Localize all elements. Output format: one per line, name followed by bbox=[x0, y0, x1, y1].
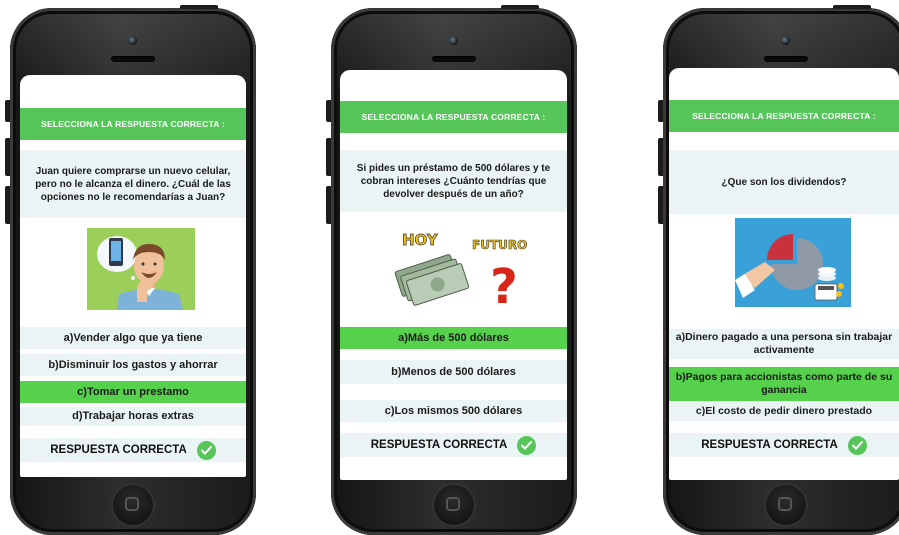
volume-button bbox=[658, 186, 663, 224]
hoy-label: HOY bbox=[402, 231, 439, 249]
answer-option-selected[interactable]: c)Tomar un prestamo bbox=[20, 381, 246, 403]
speaker-grille bbox=[764, 56, 808, 62]
answer-option[interactable]: c)El costo de pedir dinero prestado bbox=[669, 401, 899, 421]
pie-chart-coins-illustration bbox=[735, 218, 851, 307]
home-button[interactable] bbox=[432, 483, 476, 527]
correct-answer-label: RESPUESTA CORRECTA bbox=[370, 439, 508, 451]
check-circle-icon bbox=[196, 440, 216, 460]
phone-frame-1: SELECCIONA LA RESPUESTA CORRECTA : Juan … bbox=[5, 5, 256, 535]
speaker-grille bbox=[432, 56, 476, 62]
answer-option[interactable]: a)Vender algo que ya tiene bbox=[20, 327, 246, 349]
check-circle-icon bbox=[847, 435, 867, 455]
instruction-header: SELECCIONA LA RESPUESTA CORRECTA : bbox=[669, 100, 899, 132]
answer-option-selected[interactable]: b)Pagos para accionistas como parte de s… bbox=[669, 367, 899, 401]
man-thinking-about-phone-illustration bbox=[87, 228, 195, 310]
phone-screen-1: SELECCIONA LA RESPUESTA CORRECTA : Juan … bbox=[20, 75, 246, 477]
front-camera-icon bbox=[128, 36, 137, 45]
answer-option-selected[interactable]: a)Más de 500 dólares bbox=[340, 327, 567, 349]
check-circle-icon bbox=[517, 435, 537, 455]
volume-button bbox=[326, 186, 331, 224]
correct-answer-label: RESPUESTA CORRECTA bbox=[50, 444, 187, 456]
answer-option[interactable]: a)Dinero pagado a una persona sin trabaj… bbox=[669, 329, 899, 359]
money-stack-question-illustration: HOY FUTURO ? bbox=[380, 223, 538, 312]
question-text: ¿Que son los dividendos? bbox=[669, 150, 899, 214]
correct-answer-bar: RESPUESTA CORRECTA bbox=[340, 433, 567, 457]
home-button[interactable] bbox=[764, 483, 808, 527]
front-camera-icon bbox=[781, 36, 790, 45]
question-text: Si pides un préstamo de 500 dólares y te… bbox=[340, 150, 567, 212]
volume-button bbox=[5, 138, 10, 176]
power-button bbox=[833, 5, 871, 9]
correct-answer-bar: RESPUESTA CORRECTA bbox=[20, 438, 246, 462]
correct-answer-label: RESPUESTA CORRECTA bbox=[701, 439, 838, 451]
answer-option[interactable]: c)Los mismos 500 dólares bbox=[340, 400, 567, 422]
home-button[interactable] bbox=[111, 483, 155, 527]
volume-button bbox=[5, 100, 10, 122]
power-button bbox=[501, 5, 539, 9]
phone-frame-2: SELECCIONA LA RESPUESTA CORRECTA : Si pi… bbox=[326, 5, 577, 535]
volume-button bbox=[658, 100, 663, 122]
answer-option[interactable]: d)Trabajar horas extras bbox=[20, 407, 246, 426]
volume-button bbox=[5, 186, 10, 224]
front-camera-icon bbox=[449, 36, 458, 45]
power-button bbox=[180, 5, 218, 9]
speaker-grille bbox=[111, 56, 155, 62]
instruction-header: SELECCIONA LA RESPUESTA CORRECTA : bbox=[340, 101, 567, 133]
volume-button bbox=[326, 138, 331, 176]
svg-text:?: ? bbox=[490, 259, 518, 312]
correct-answer-bar: RESPUESTA CORRECTA bbox=[669, 433, 899, 457]
instruction-header: SELECCIONA LA RESPUESTA CORRECTA : bbox=[20, 108, 246, 140]
question-text: Juan quiere comprarse un nuevo celular, … bbox=[20, 150, 246, 218]
phone-frame-3: SELECCIONA LA RESPUESTA CORRECTA : ¿Que … bbox=[658, 5, 899, 535]
answer-option[interactable]: b)Disminuir los gastos y ahorrar bbox=[20, 354, 246, 376]
volume-button bbox=[658, 138, 663, 176]
answer-option[interactable]: b)Menos de 500 dólares bbox=[340, 360, 567, 384]
phone-screen-2: SELECCIONA LA RESPUESTA CORRECTA : Si pi… bbox=[340, 70, 567, 480]
futuro-label: FUTURO bbox=[472, 238, 527, 252]
volume-button bbox=[326, 100, 331, 122]
phone-screen-3: SELECCIONA LA RESPUESTA CORRECTA : ¿Que … bbox=[669, 68, 899, 480]
